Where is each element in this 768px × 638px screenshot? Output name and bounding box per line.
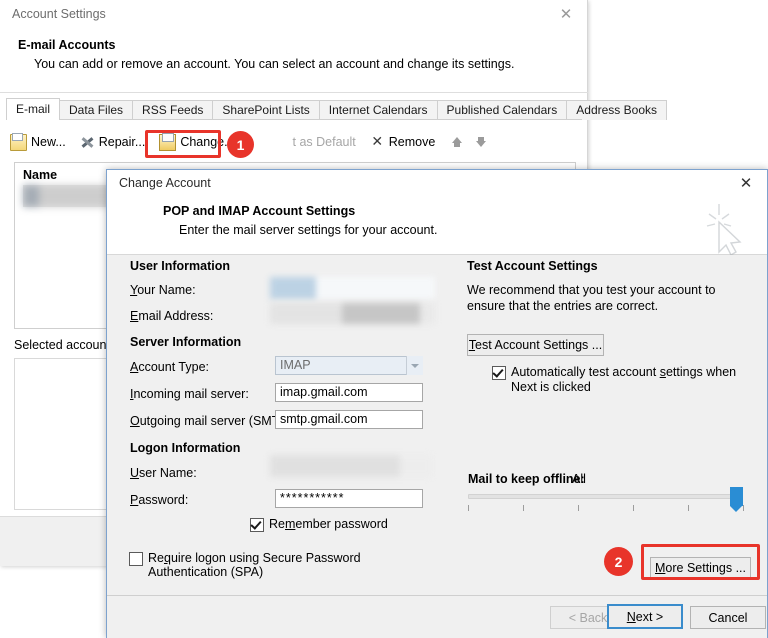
remove-x-icon: ✕ — [371, 133, 384, 150]
your-name-label: Your Name: — [130, 283, 196, 297]
password-label: Password: — [130, 493, 189, 507]
email-address-label: Email Address: — [130, 309, 214, 323]
auto-test-checkbox[interactable]: Automatically test account settings when… — [492, 365, 757, 395]
new-button-label: New... — [31, 135, 66, 149]
arrow-up-icon[interactable] — [449, 134, 465, 150]
back-button-label: < Back — [568, 610, 608, 625]
tab-internet-calendars[interactable]: Internet Calendars — [318, 100, 438, 120]
checkbox-icon — [250, 518, 264, 532]
tab-published-calendars[interactable]: Published Calendars — [436, 100, 568, 120]
mail-offline-label: Mail to keep offline: — [468, 472, 585, 486]
email-address-field[interactable] — [270, 303, 435, 324]
checkbox-icon — [129, 552, 143, 566]
dialog-banner: POP and IMAP Account Settings Enter the … — [107, 197, 767, 256]
account-settings-title: Account Settings — [12, 7, 106, 21]
repair-button[interactable]: Repair... — [80, 135, 146, 150]
password-input[interactable]: *********** — [275, 489, 423, 508]
set-as-default-label: t as Default — [292, 135, 356, 149]
arrow-down-icon[interactable] — [473, 134, 489, 150]
dialog-title: Change Account — [119, 176, 211, 190]
tab-data-files[interactable]: Data Files — [59, 100, 134, 120]
tab-email[interactable]: E-mail — [6, 98, 61, 120]
tab-underline — [6, 119, 582, 120]
mail-offline-slider-ticks — [468, 505, 745, 512]
mail-offline-value: All — [572, 472, 586, 486]
account-type-value[interactable]: IMAP — [275, 356, 423, 375]
account-type-label: Account Type: — [130, 360, 209, 374]
close-icon[interactable]: ✕ — [553, 3, 579, 25]
dialog-footer: < Back Next > Cancel — [107, 596, 767, 638]
mail-offline-slider-track[interactable] — [468, 494, 743, 499]
cancel-button-label: Cancel — [708, 610, 748, 625]
spa-label: Require logon using Secure Password Auth… — [148, 551, 361, 579]
logon-information-group-label: Logon Information — [130, 441, 241, 455]
test-account-settings-group-label: Test Account Settings — [467, 259, 598, 273]
auto-test-label: Automatically test account settings when… — [511, 365, 737, 394]
incoming-mail-server-input[interactable]: imap.gmail.com — [275, 383, 423, 402]
cursor-sparkle-icon — [706, 204, 742, 256]
remember-password-label: Remember password — [269, 517, 388, 531]
checkbox-icon — [492, 366, 506, 380]
user-name-label: User Name: — [130, 466, 197, 480]
close-icon[interactable]: ✕ — [733, 172, 759, 194]
account-settings-tabs: E-mail Data Files RSS Feeds SharePoint L… — [6, 98, 667, 120]
incoming-mail-server-label: Incoming mail server: — [130, 387, 249, 401]
test-account-settings-button[interactable]: Test Account Settings ... — [467, 334, 604, 356]
dialog-titlebar: Change Account ✕ — [107, 170, 767, 197]
outgoing-mail-server-input[interactable]: smtp.gmail.com — [275, 410, 423, 429]
tab-address-books[interactable]: Address Books — [566, 100, 667, 120]
test-account-settings-button-label: Test Account Settings ... — [468, 338, 603, 352]
email-accounts-subheading: You can add or remove an account. You ca… — [34, 57, 515, 71]
step-marker-1: 1 — [227, 131, 254, 158]
step-marker-2: 2 — [604, 547, 633, 576]
repair-icon — [80, 135, 95, 150]
spa-checkbox[interactable]: Require logon using Secure Password Auth… — [129, 551, 429, 579]
new-button[interactable]: New... — [10, 132, 66, 151]
server-information-group-label: Server Information — [130, 335, 242, 349]
tab-rss-feeds[interactable]: RSS Feeds — [132, 100, 214, 120]
header-divider — [0, 92, 588, 93]
mail-offline-slider-thumb[interactable] — [730, 487, 743, 512]
remove-button-label: Remove — [388, 135, 436, 149]
your-name-field[interactable] — [270, 277, 435, 299]
chevron-down-icon[interactable] — [406, 356, 423, 375]
highlight-change-button — [145, 130, 221, 158]
remove-button[interactable]: ✕ Remove — [370, 133, 436, 150]
next-button[interactable]: Next > — [607, 604, 683, 629]
list-column-name: Name — [23, 168, 58, 182]
cancel-button[interactable]: Cancel — [690, 606, 766, 629]
tab-sharepoint-lists[interactable]: SharePoint Lists — [212, 100, 320, 120]
dialog-heading: POP and IMAP Account Settings — [163, 204, 356, 218]
account-settings-titlebar: Account Settings ✕ — [0, 0, 587, 30]
remember-password-checkbox[interactable]: Remember password — [250, 517, 388, 532]
set-as-default-button: t as Default — [293, 135, 356, 149]
user-information-group-label: User Information — [130, 259, 231, 273]
account-settings-header: E-mail Accounts You can add or remove an… — [0, 30, 587, 88]
user-name-field[interactable] — [270, 455, 432, 477]
email-accounts-heading: E-mail Accounts — [18, 38, 116, 52]
repair-button-label: Repair... — [98, 135, 146, 149]
outgoing-mail-server-label: Outgoing mail server (SMTP): — [130, 414, 296, 428]
highlight-more-settings-button — [641, 544, 760, 580]
next-button-label: Next > — [626, 609, 664, 624]
new-account-icon — [10, 132, 27, 151]
dialog-subheading: Enter the mail server settings for your … — [179, 223, 438, 237]
test-account-settings-description: We recommend that you test your account … — [467, 283, 716, 313]
